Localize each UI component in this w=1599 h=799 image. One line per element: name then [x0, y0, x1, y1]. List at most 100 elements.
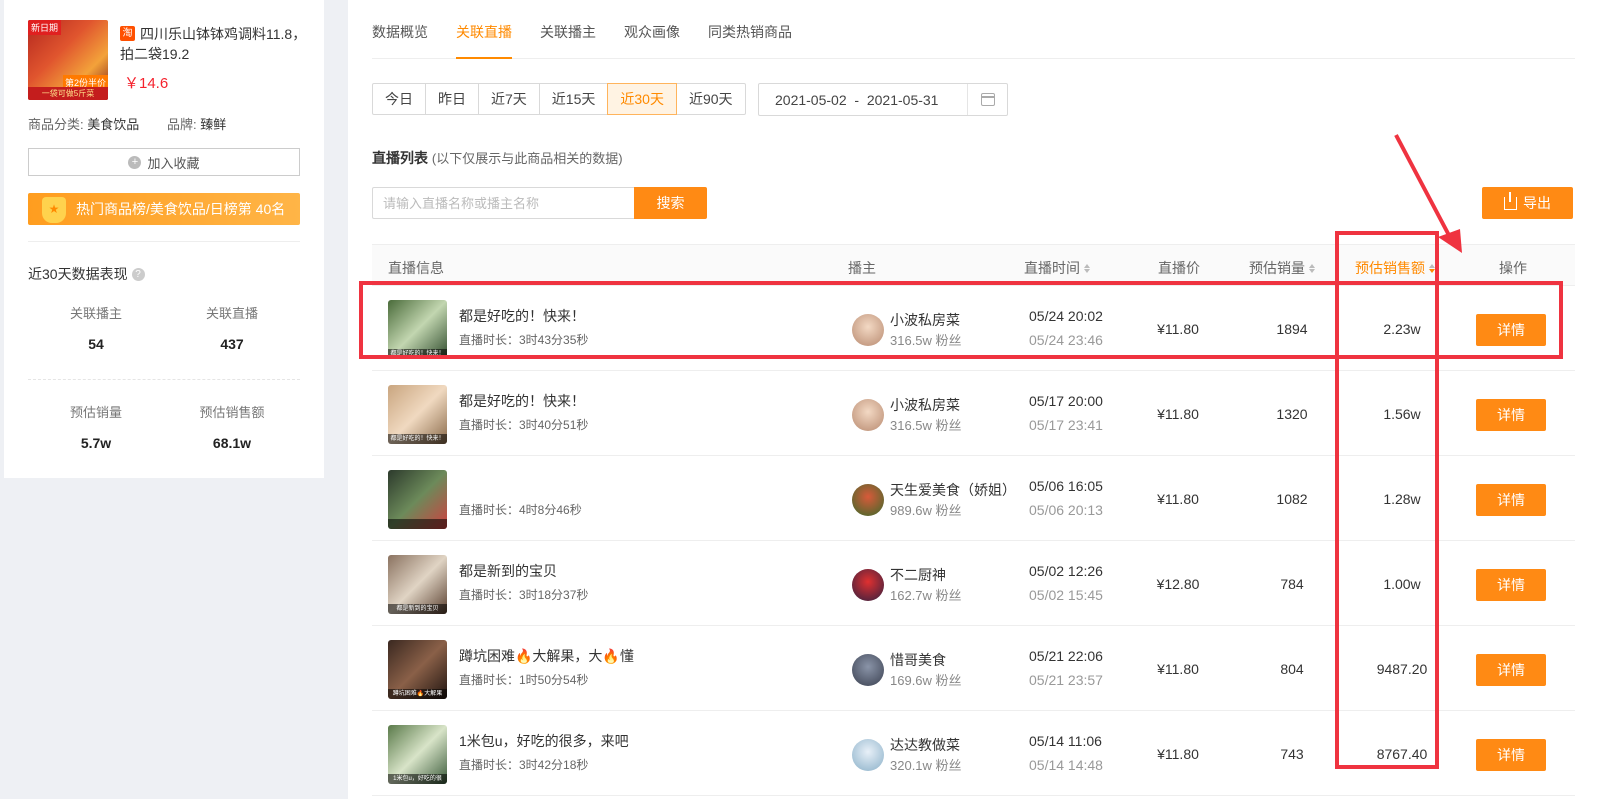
avatar[interactable] [852, 314, 884, 346]
live-price: ¥11.80 [1157, 321, 1199, 337]
live-title[interactable]: 1米包u，好吃的很多，来吧 [459, 731, 629, 751]
est-sales: 784 [1280, 576, 1304, 592]
range-15-days[interactable]: 近15天 [538, 83, 609, 115]
detail-button[interactable]: 详情 [1476, 399, 1546, 431]
live-title[interactable]: 都是好吃的！快来！ [459, 391, 585, 411]
product-title[interactable]: 四川乐山钵钵鸡调料11.8，拍二袋19.2 [120, 24, 310, 64]
thumbnail-caption: 都是新到的宝贝 [388, 604, 447, 614]
live-title[interactable]: 蹲坑困难🔥大解果，大🔥懂 [459, 646, 634, 666]
stat-value: 437 [220, 336, 244, 352]
live-thumbnail[interactable]: 都是好吃的！快来！ [388, 385, 447, 444]
live-start-time: 05/02 12:26 [1029, 563, 1103, 579]
export-button[interactable]: 导出 [1482, 187, 1573, 219]
live-thumbnail[interactable]: 都是好吃的！快来！ [388, 300, 447, 359]
anchor-fans: 169.6w 粉丝 [890, 673, 962, 688]
sort-icon[interactable] [1309, 263, 1315, 273]
detail-button[interactable]: 详情 [1476, 739, 1546, 771]
divider [28, 241, 300, 242]
avatar[interactable] [852, 739, 884, 771]
live-thumbnail[interactable]: 蹲坑困难🔥大解果 [388, 640, 447, 699]
anchor-name[interactable]: 达达教做菜 [890, 735, 960, 755]
live-duration: 直播时长：4时8分46秒 [459, 503, 582, 517]
rank-banner[interactable]: ★ 热门商品榜/美食饮品/日榜第 40名 [28, 193, 300, 225]
table-row: 都是好吃的！快来！ 都是好吃的！快来！ 直播时长：3时40分51秒 小波私房菜 316.… [372, 371, 1575, 456]
anchor-name[interactable]: 惜哥美食 [890, 650, 946, 670]
range-7-days[interactable]: 近7天 [478, 83, 540, 115]
detail-button[interactable]: 详情 [1476, 314, 1546, 346]
export-icon [1504, 191, 1517, 210]
list-note: (以下仅展示与此商品相关的数据) [431, 151, 623, 166]
product-image[interactable]: 新日期 第2份半价 一袋可做5斤菜 [28, 20, 108, 100]
detail-button[interactable]: 详情 [1476, 569, 1546, 601]
avatar[interactable] [852, 654, 884, 686]
thumbnail-caption: 1米包u，好吃的很 [388, 774, 447, 784]
avatar[interactable] [852, 399, 884, 431]
live-duration: 直播时长：1时50分54秒 [459, 673, 589, 687]
est-sales: 1082 [1276, 491, 1308, 507]
stat-value: 5.7w [80, 435, 112, 451]
plus-icon: + [128, 155, 142, 169]
calendar-button[interactable] [967, 84, 1007, 115]
list-title-text: 直播列表 [372, 150, 428, 166]
avatar[interactable] [852, 569, 884, 601]
live-thumbnail[interactable]: 1米包u，好吃的很 [388, 725, 447, 784]
stat-related-anchors: 关联播主 54 [28, 303, 164, 352]
tab-related-live[interactable]: 关联直播 [456, 0, 512, 59]
date-separator: - [854, 91, 860, 108]
header-est-sales[interactable]: 预估销量 [1249, 258, 1315, 278]
header-est-revenue[interactable]: 预估销售额 [1355, 258, 1435, 278]
help-icon[interactable]: ? [131, 267, 145, 281]
add-favorite-button[interactable]: + 加入收藏 [28, 148, 300, 176]
avatar[interactable] [852, 484, 884, 516]
range-90-days[interactable]: 近90天 [675, 83, 746, 115]
thumbnail-caption: 都是好吃的！快来！ [388, 349, 447, 359]
est-sales: 1894 [1276, 321, 1308, 337]
search-button[interactable]: 搜索 [634, 187, 707, 219]
live-thumbnail[interactable]: 都是新到的宝贝 [388, 555, 447, 614]
live-title[interactable]: 都是好吃的！快来！ [459, 306, 585, 326]
header-live-time[interactable]: 直播时间 [1024, 258, 1090, 278]
sort-icon[interactable] [1084, 263, 1090, 273]
divider [28, 379, 300, 380]
tab-related-anchors[interactable]: 关联播主 [540, 0, 596, 59]
live-duration: 直播时长：3时40分51秒 [459, 418, 589, 432]
thumbnail-caption: 都是好吃的！快来！ [388, 434, 447, 444]
range-today[interactable]: 今日 [372, 83, 426, 115]
live-thumbnail[interactable] [388, 470, 447, 529]
live-price: ¥11.80 [1157, 491, 1199, 507]
search-input[interactable] [372, 187, 634, 219]
detail-button[interactable]: 详情 [1476, 484, 1546, 516]
stat-est-revenue: 预估销售额 68.1w [164, 402, 300, 451]
product-panel: 新日期 第2份半价 一袋可做5斤菜 淘 四川乐山钵钵鸡调料11.8，拍二袋19.… [4, 0, 324, 478]
live-duration: 直播时长：3时18分37秒 [459, 588, 589, 602]
range-30-days[interactable]: 近30天 [607, 83, 677, 115]
range-yesterday[interactable]: 昨日 [425, 83, 479, 115]
live-title[interactable]: 都是新到的宝贝 [459, 561, 557, 581]
header-action: 操作 [1499, 260, 1527, 276]
stats-title-text: 近30天数据表现 [28, 266, 128, 282]
live-end-time: 05/17 23:41 [1029, 417, 1103, 433]
tab-audience[interactable]: 观众画像 [624, 0, 680, 59]
image-tag-new: 新日期 [28, 20, 62, 35]
table-row: 蹲坑困难🔥大解果 蹲坑困难🔥大解果，大🔥懂直播时长：1时50分54秒 惜哥美食 169… [372, 626, 1575, 711]
thumbnail-caption [388, 519, 447, 529]
date-picker[interactable]: 2021-05-02 - 2021-05-31 [758, 83, 1008, 116]
sort-icon[interactable] [1429, 263, 1435, 273]
anchor-name[interactable]: 小波私房菜 [890, 310, 960, 330]
anchor-name[interactable]: 小波私房菜 [890, 395, 960, 415]
trophy-icon: ★ [42, 197, 66, 223]
date-range-text: 2021-05-02 - 2021-05-31 [759, 92, 967, 108]
anchor-name[interactable]: 天生爱美食（娇姐） [890, 480, 1016, 500]
add-favorite-label: 加入收藏 [147, 155, 200, 171]
product-brand: 品牌: 臻鲜 [167, 114, 226, 133]
detail-button[interactable]: 详情 [1476, 654, 1546, 686]
start-date: 2021-05-02 [775, 91, 847, 108]
stat-value: 54 [88, 336, 104, 352]
main-panel: 数据概览 关联直播 关联播主 观众画像 同类热销商品 今日 昨日 近7天 近15… [348, 0, 1599, 799]
anchor-fans: 320.1w 粉丝 [890, 758, 962, 773]
tab-overview[interactable]: 数据概览 [372, 0, 428, 59]
date-range-selector: 今日 昨日 近7天 近15天 近30天 近90天 [372, 83, 746, 115]
anchor-name[interactable]: 不二厨神 [890, 565, 946, 585]
anchor-fans: 989.6w 粉丝 [890, 503, 962, 518]
tab-similar-products[interactable]: 同类热销商品 [708, 0, 792, 59]
